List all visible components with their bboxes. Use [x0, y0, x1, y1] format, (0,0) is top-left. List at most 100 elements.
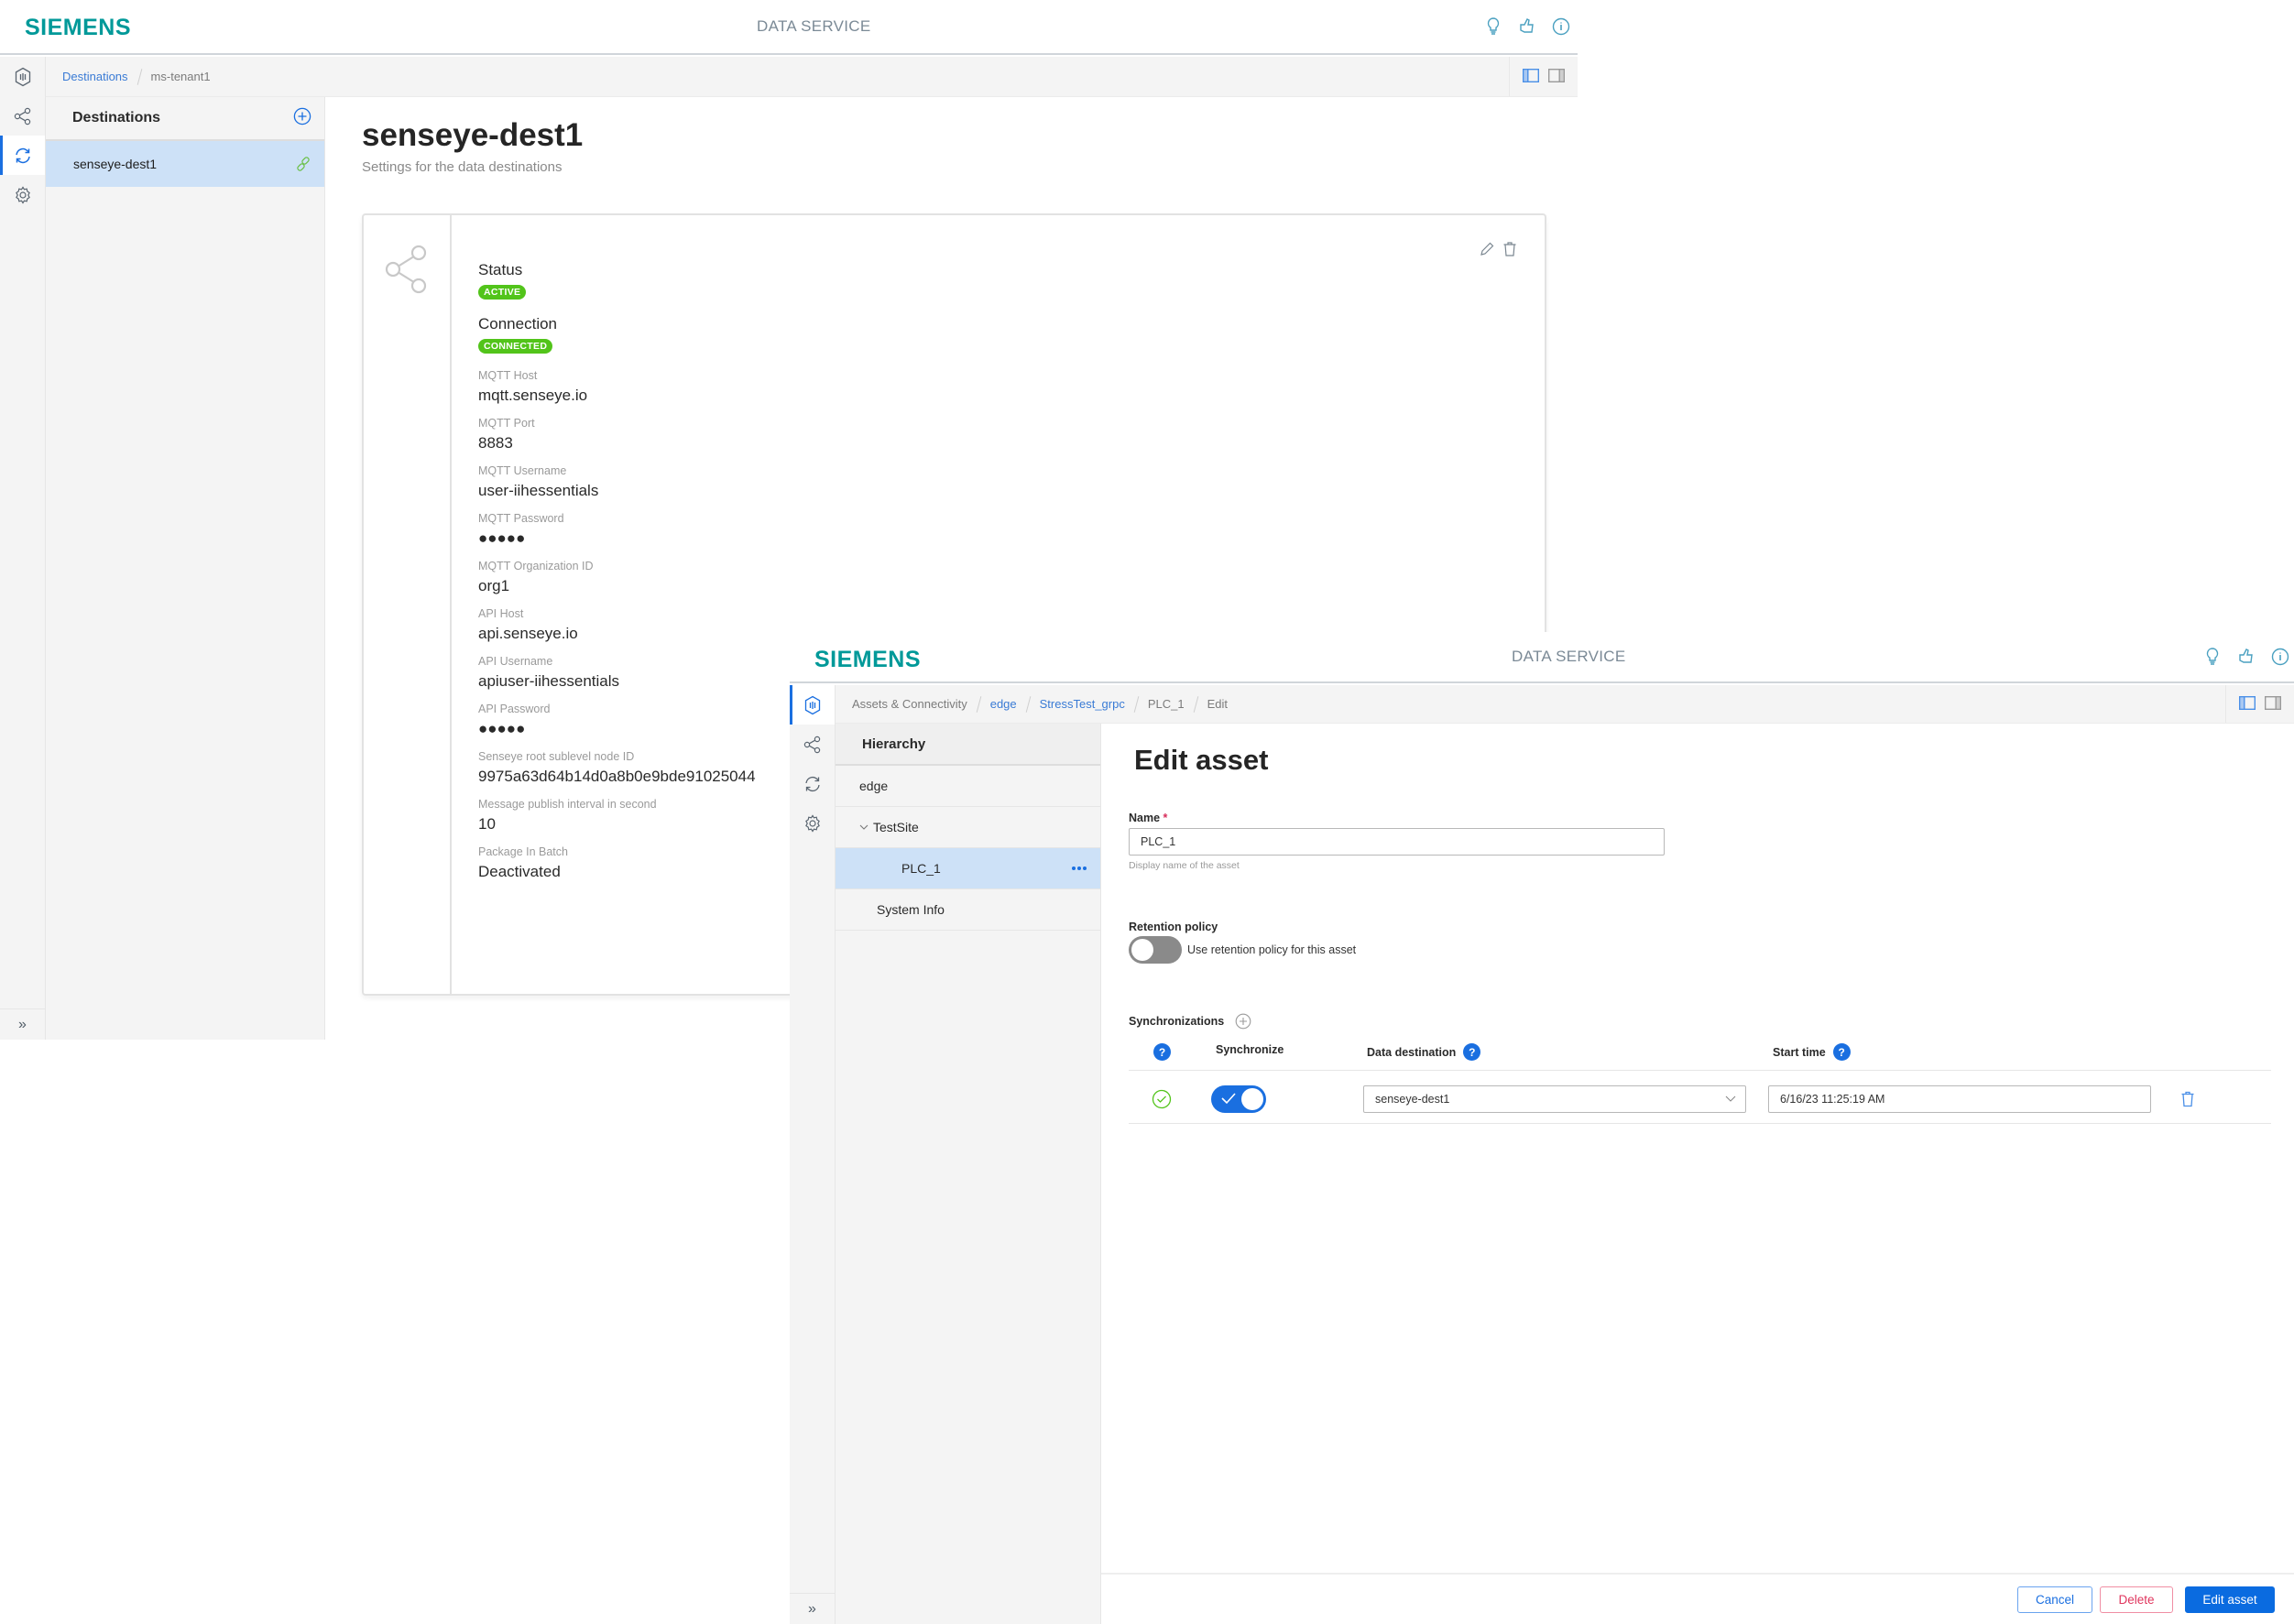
synchronize-toggle[interactable]	[1211, 1085, 1266, 1113]
tree-item-label: PLC_1	[901, 861, 941, 876]
field-api-username: API Username apiuser-iihessentials	[478, 655, 756, 692]
rail-item-assets[interactable]	[0, 57, 45, 96]
field-mqtt-org-id: MQTT Organization ID org1	[478, 560, 756, 596]
edit-destination-button[interactable]	[1479, 241, 1495, 262]
page-title: Edit asset	[1134, 744, 1269, 776]
tree-item-plc1[interactable]: PLC_1	[836, 848, 1100, 889]
field-mqtt-password: MQTT Password ●●●●●	[478, 512, 756, 549]
rail-item-sync[interactable]	[790, 764, 835, 803]
help-icon[interactable]: ?	[1153, 1043, 1171, 1061]
breadcrumb-edge[interactable]: edge	[990, 697, 1017, 711]
breadcrumb-tenant: ms-tenant1	[150, 70, 211, 83]
app-title: DATA SERVICE	[757, 17, 871, 35]
field-value: apiuser-iihessentials	[478, 672, 620, 690]
breadcrumb-stresstest[interactable]: StressTest_grpc	[1040, 697, 1125, 711]
delete-button[interactable]: Delete	[2100, 1586, 2173, 1613]
feedback-icon[interactable]	[1518, 16, 1536, 37]
help-icon[interactable]: ?	[1832, 1043, 1851, 1061]
check-circle-icon	[1152, 1089, 1172, 1109]
info-icon[interactable]	[1552, 16, 1570, 37]
sync-icon	[804, 776, 820, 791]
rail-item-settings[interactable]	[790, 803, 835, 843]
rail-item-connections[interactable]	[790, 725, 835, 764]
field-mqtt-host: MQTT Host mqtt.senseye.io	[478, 369, 756, 406]
breadcrumb-separator	[976, 695, 982, 713]
layout-right-panel-icon[interactable]	[2264, 695, 2282, 713]
add-destination-button[interactable]	[293, 107, 311, 130]
link-icon	[297, 157, 310, 171]
pencil-icon	[1480, 242, 1494, 256]
synchronizations-title: Synchronizations	[1129, 1015, 1225, 1028]
name-label: Name *	[1129, 812, 1168, 824]
help-icon[interactable]: ?	[1463, 1043, 1481, 1061]
siemens-logo: SIEMENS	[25, 15, 132, 40]
rail-item-connections[interactable]	[0, 96, 45, 136]
edit-asset-form: Edit asset Name * PLC_1 Display name of …	[1101, 724, 2294, 1624]
data-destination-select[interactable]: senseye-dest1	[1363, 1085, 1746, 1113]
chevron-down-icon[interactable]	[859, 823, 868, 831]
field-value: api.senseye.io	[478, 625, 578, 642]
sync-status-help[interactable]: ?	[1153, 1043, 1171, 1061]
breadcrumb-separator	[1193, 695, 1198, 713]
field-label: MQTT Host	[478, 369, 538, 382]
name-input[interactable]: PLC_1	[1129, 828, 1665, 856]
retention-policy-label: Retention policy	[1129, 921, 1218, 933]
tree-item-system-info[interactable]: System Info	[836, 889, 1100, 931]
required-marker: *	[1163, 812, 1168, 824]
field-label: API Password	[478, 703, 551, 715]
destination-list-item[interactable]: senseye-dest1	[46, 141, 324, 187]
delete-synchronization-button[interactable]	[2180, 1090, 2195, 1108]
layout-left-panel-icon[interactable]	[2238, 695, 2256, 713]
rail-item-assets[interactable]	[790, 685, 835, 725]
breadcrumb-assets[interactable]: Assets & Connectivity	[852, 697, 967, 711]
field-value: 9975a63d64b14d0a8b0e9bde91025044	[478, 768, 756, 785]
data-destination-value: senseye-dest1	[1375, 1093, 1450, 1106]
app-title: DATA SERVICE	[1512, 648, 1626, 665]
breadcrumb-destinations[interactable]: Destinations	[62, 70, 128, 83]
info-icon[interactable]	[2271, 647, 2289, 667]
field-value: 8883	[478, 434, 513, 452]
hierarchy-title: Hierarchy	[836, 724, 1100, 766]
checkmark-icon	[1221, 1093, 1236, 1105]
field-label: MQTT Port	[478, 417, 535, 430]
destinations-panel-header: Destinations	[46, 97, 324, 141]
expand-rail-button[interactable]: »	[790, 1593, 835, 1624]
destination-name: senseye-dest1	[73, 157, 158, 171]
field-value: 10	[478, 815, 496, 833]
delete-destination-button[interactable]	[1502, 241, 1517, 262]
breadcrumb-separator	[1025, 695, 1031, 713]
more-options-icon[interactable]	[1071, 866, 1087, 871]
expand-rail-button[interactable]: »	[0, 1008, 45, 1040]
breadcrumb-plc: PLC_1	[1147, 697, 1185, 711]
layout-right-panel-icon[interactable]	[1547, 68, 1566, 85]
field-label: API Host	[478, 607, 524, 620]
breadcrumb-separator	[1133, 695, 1140, 713]
tree-item-label: TestSite	[873, 820, 919, 834]
field-label: Message publish interval in second	[478, 798, 657, 811]
field-label: MQTT Organization ID	[478, 560, 594, 572]
cancel-button[interactable]: Cancel	[2017, 1586, 2092, 1613]
page-title: senseye-dest1	[362, 117, 584, 153]
connection-badge: CONNECTED	[478, 339, 553, 354]
status-label: Status	[478, 261, 523, 278]
add-synchronization-button[interactable]	[1235, 1013, 1251, 1030]
retention-policy-toggle[interactable]	[1129, 936, 1182, 964]
siemens-logo: SIEMENS	[814, 647, 922, 672]
tree-item-edge[interactable]: edge	[836, 766, 1100, 807]
tree-item-testsite[interactable]: TestSite	[836, 807, 1100, 848]
edit-asset-button[interactable]: Edit asset	[2185, 1586, 2275, 1613]
start-time-input[interactable]: 6/16/23 11:25:19 AM	[1768, 1085, 2151, 1113]
breadcrumb-edit: Edit	[1207, 697, 1228, 711]
lightbulb-icon[interactable]	[2203, 647, 2222, 667]
form-footer: Cancel Delete Edit asset	[1101, 1573, 2294, 1624]
field-publish-interval: Message publish interval in second 10	[478, 798, 756, 834]
field-label: MQTT Password	[478, 512, 564, 525]
rail-item-sync[interactable]	[0, 136, 45, 175]
feedback-icon[interactable]	[2237, 647, 2256, 667]
field-mqtt-username: MQTT Username user-iihessentials	[478, 464, 756, 501]
gear-icon	[15, 185, 30, 204]
lightbulb-icon[interactable]	[1484, 16, 1502, 37]
sync-icon	[15, 147, 30, 163]
rail-item-settings[interactable]	[0, 175, 45, 214]
layout-left-panel-icon[interactable]	[1522, 68, 1540, 85]
